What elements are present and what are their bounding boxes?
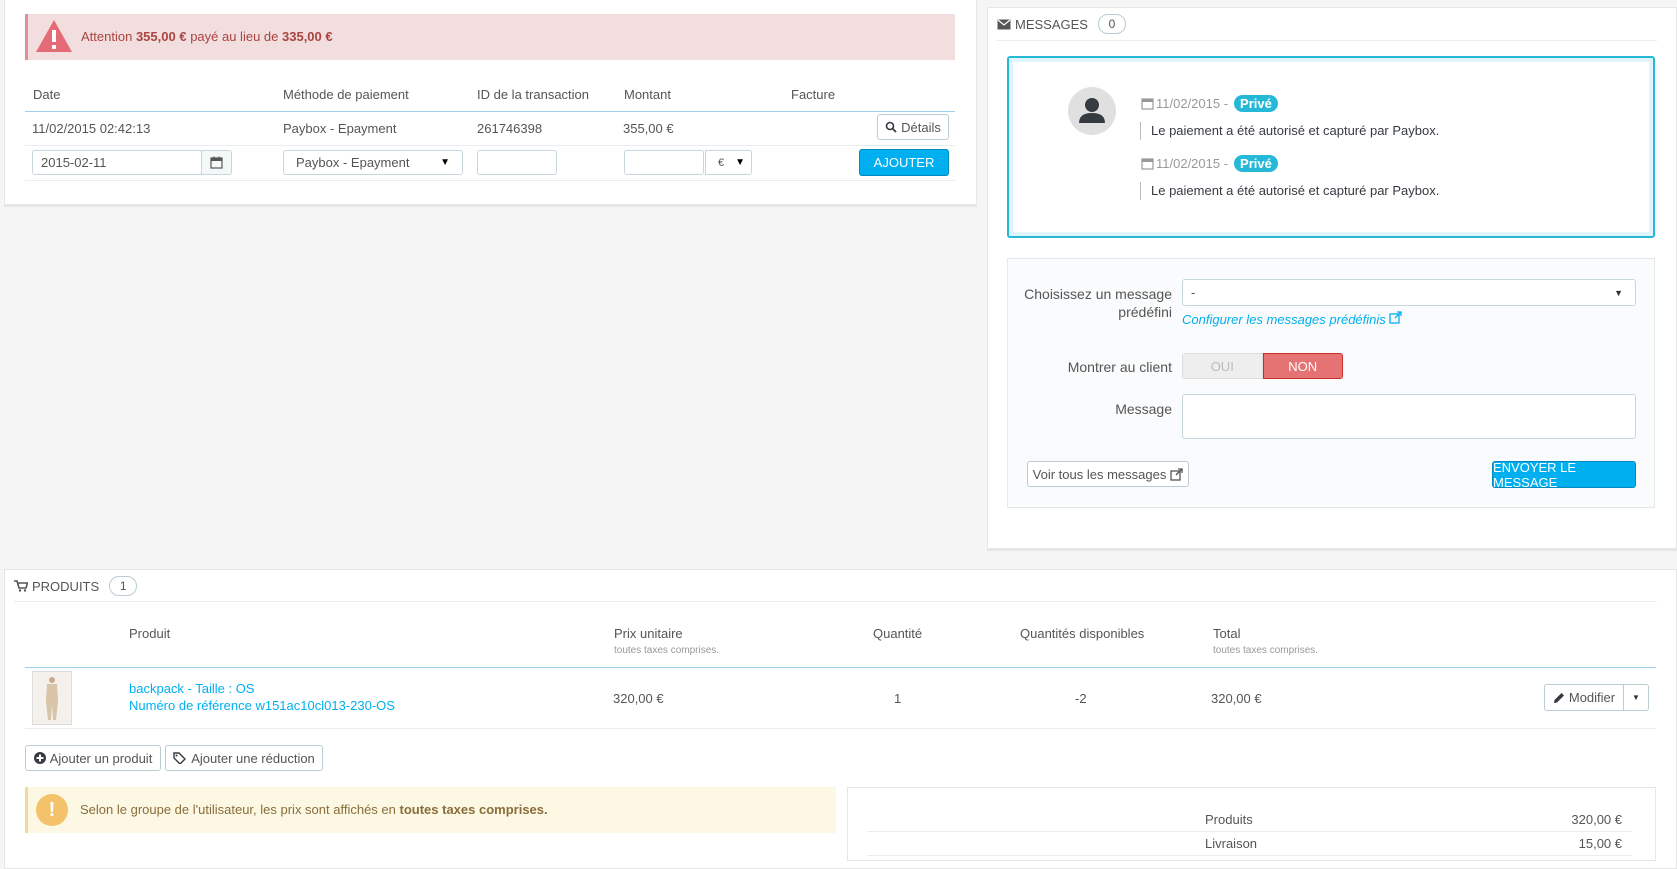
product-available: -2 bbox=[1075, 691, 1087, 706]
payment-transaction-id: 261746398 bbox=[477, 121, 543, 136]
products-heading: PRODUITS 1 bbox=[14, 576, 138, 596]
divider bbox=[997, 40, 1657, 41]
caret-down-icon: ▼ bbox=[1614, 287, 1623, 298]
divider bbox=[25, 145, 955, 146]
product-reference-link[interactable]: Numéro de référence w151ac10cl013-230-OS bbox=[129, 698, 395, 713]
message-text: Le paiement a été autorisé et capturé pa… bbox=[1140, 122, 1439, 140]
payment-method: Paybox - Epayment bbox=[283, 121, 397, 136]
col-total: Total bbox=[1213, 626, 1241, 641]
plus-circle-icon bbox=[33, 752, 46, 764]
divider bbox=[25, 180, 955, 181]
view-all-messages-button[interactable]: Voir tous les messages bbox=[1027, 461, 1189, 487]
caret-down-icon: ▼ bbox=[440, 157, 450, 168]
messages-heading: MESSAGES 0 bbox=[997, 14, 1126, 34]
show-client-toggle[interactable]: OUI NON bbox=[1182, 353, 1343, 379]
currency-select[interactable]: € ▼ bbox=[705, 150, 752, 175]
avatar bbox=[1068, 87, 1116, 135]
divider bbox=[25, 728, 1656, 729]
predefined-message-label: Choisissez un message prédéfini bbox=[1024, 286, 1172, 320]
divider bbox=[25, 111, 955, 112]
message-textarea[interactable] bbox=[1182, 394, 1636, 439]
divider bbox=[25, 667, 1656, 668]
product-unit-price: 320,00 € bbox=[613, 691, 664, 706]
col-total-sub: toutes taxes comprises. bbox=[1213, 645, 1319, 656]
add-payment-button[interactable]: AJOUTER bbox=[859, 149, 949, 176]
private-badge: Privé bbox=[1234, 155, 1278, 172]
message-date: 11/02/2015 - Privé bbox=[1141, 155, 1278, 172]
predefined-message-select[interactable]: - ▼ bbox=[1182, 279, 1636, 306]
message-text: Le paiement a été autorisé et capturé pa… bbox=[1140, 182, 1439, 200]
payment-method-select[interactable]: Paybox - Epayment ▼ bbox=[283, 150, 463, 175]
calendar-button[interactable] bbox=[201, 150, 232, 175]
tax-notice-text: Selon le groupe de l'utilisateur, les pr… bbox=[80, 802, 548, 817]
col-unit-price: Prix unitaire bbox=[614, 626, 683, 641]
message-thread bbox=[1007, 56, 1655, 238]
add-discount-button[interactable]: Ajouter une réduction bbox=[165, 745, 323, 771]
product-name-link[interactable]: backpack - Taille : OS bbox=[129, 681, 254, 696]
col-available: Quantités disponibles bbox=[1020, 626, 1145, 641]
col-date: Date bbox=[33, 87, 61, 102]
totals-row: Livraison 15,00 € bbox=[867, 832, 1632, 856]
private-badge: Privé bbox=[1234, 95, 1278, 112]
calendar-icon bbox=[1141, 98, 1154, 110]
messages-count-badge: 0 bbox=[1097, 14, 1126, 34]
show-client-label: Montrer au client bbox=[1067, 359, 1172, 375]
tax-notice-alert: ! Selon le groupe de l'utilisateur, les … bbox=[25, 787, 836, 833]
search-icon bbox=[885, 121, 897, 133]
envelope-icon bbox=[997, 19, 1011, 29]
col-payment-method: Méthode de paiement bbox=[283, 87, 409, 102]
divider bbox=[14, 601, 1657, 602]
product-thumbnail bbox=[32, 671, 72, 725]
configure-messages-link[interactable]: Configurer les messages prédéfinis bbox=[1182, 311, 1403, 327]
amount-input[interactable] bbox=[624, 150, 704, 175]
col-amount: Montant bbox=[624, 87, 671, 102]
message-label: Message bbox=[1115, 401, 1172, 417]
col-invoice: Facture bbox=[791, 87, 836, 102]
totals-row: Produits 320,00 € bbox=[867, 808, 1632, 832]
shopping-cart-icon bbox=[14, 580, 28, 592]
send-message-button[interactable]: ENVOYER LE MESSAGE bbox=[1492, 460, 1636, 490]
exclamation-icon: ! bbox=[36, 794, 68, 826]
col-transaction-id: ID de la transaction bbox=[477, 87, 590, 102]
product-total: 320,00 € bbox=[1211, 691, 1262, 706]
external-link-icon bbox=[1389, 311, 1403, 324]
caret-down-icon: ▼ bbox=[735, 157, 745, 168]
calendar-icon bbox=[1141, 158, 1154, 170]
product-quantity: 1 bbox=[894, 691, 902, 706]
toggle-no[interactable]: NON bbox=[1262, 353, 1343, 379]
add-product-button[interactable]: Ajouter un produit bbox=[25, 745, 161, 771]
pencil-icon bbox=[1553, 692, 1564, 703]
modify-product-button[interactable]: Modifier bbox=[1544, 684, 1624, 711]
payment-alert-text: Attention 355,00 € payé au lieu de 335,0… bbox=[81, 29, 333, 44]
col-product: Produit bbox=[129, 626, 171, 641]
toggle-yes[interactable]: OUI bbox=[1182, 353, 1263, 379]
modify-dropdown-toggle[interactable]: ▼ bbox=[1623, 684, 1649, 711]
col-unit-price-sub: toutes taxes comprises. bbox=[614, 645, 720, 656]
payment-mismatch-alert: Attention 355,00 € payé au lieu de 335,0… bbox=[25, 14, 955, 60]
details-button[interactable]: Détails bbox=[877, 114, 949, 140]
payment-amount: 355,00 € bbox=[623, 121, 674, 136]
product-image bbox=[33, 672, 71, 724]
caret-down-icon: ▼ bbox=[1632, 693, 1640, 702]
col-quantity: Quantité bbox=[873, 626, 923, 641]
payment-date-input[interactable]: 2015-02-11 bbox=[32, 150, 202, 175]
message-date: 11/02/2015 - Privé bbox=[1141, 95, 1278, 112]
calendar-icon bbox=[210, 156, 223, 169]
products-count-badge: 1 bbox=[109, 576, 138, 596]
payment-date: 11/02/2015 02:42:13 bbox=[32, 121, 151, 136]
transaction-id-input[interactable] bbox=[477, 150, 557, 175]
external-link-icon bbox=[1170, 467, 1183, 481]
user-icon bbox=[1079, 98, 1105, 123]
warning-triangle-icon bbox=[36, 20, 72, 52]
tags-icon bbox=[173, 752, 187, 764]
